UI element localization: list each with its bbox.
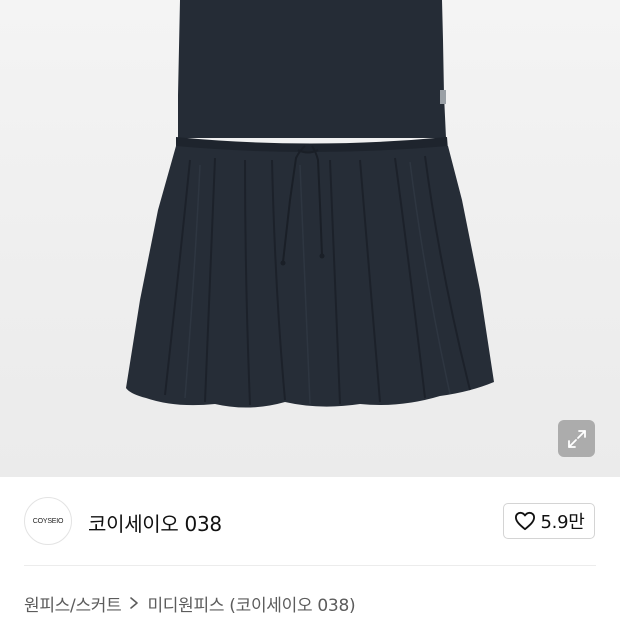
like-button[interactable]: 5.9만 — [503, 503, 595, 539]
product-dress-image — [126, 0, 494, 408]
expand-image-button[interactable] — [558, 420, 595, 457]
breadcrumb-subcategory[interactable]: 미디원피스 (코이세이오 038) — [147, 591, 355, 616]
like-count: 5.9만 — [540, 512, 585, 533]
breadcrumb-category[interactable]: 원피스/스커트 — [24, 591, 122, 616]
brand-name[interactable]: 코이세이오 038 — [88, 508, 222, 537]
product-image-area[interactable] — [0, 0, 620, 477]
chevron-right-icon — [129, 596, 139, 610]
breadcrumb: 원피스/스커트 미디원피스 (코이세이오 038) — [24, 591, 356, 616]
brand-logo[interactable]: COYSEIO — [24, 497, 72, 545]
heart-outline-icon — [514, 511, 535, 531]
brand-logo-text: COYSEIO — [32, 517, 64, 525]
divider — [24, 565, 596, 566]
expand-arrows-icon — [567, 429, 586, 448]
brand-row: COYSEIO 코이세이오 038 5.9만 — [0, 477, 620, 565]
